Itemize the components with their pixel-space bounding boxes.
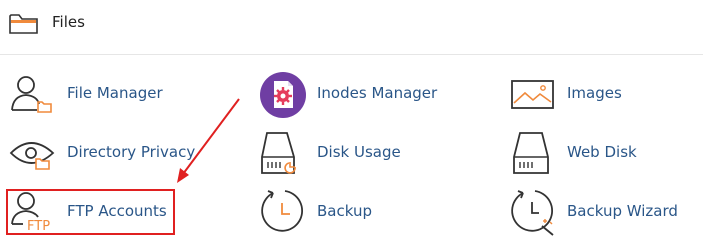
- images-icon: [509, 70, 559, 118]
- inodes-manager-icon: [259, 70, 309, 118]
- tool-backup-wizard[interactable]: Backup Wizard: [509, 188, 689, 236]
- tool-backup[interactable]: Backup: [259, 188, 439, 236]
- tool-label: Images: [567, 84, 622, 102]
- tool-label: Inodes Manager: [317, 84, 438, 102]
- folder-icon: [9, 13, 39, 39]
- tool-label: Web Disk: [567, 143, 637, 161]
- tool-images[interactable]: Images: [509, 70, 689, 118]
- backup-wizard-icon: [509, 188, 559, 236]
- tool-disk-usage[interactable]: Disk Usage: [259, 129, 439, 177]
- tool-label: Disk Usage: [317, 143, 401, 161]
- ftp-accounts-highlight-box: [6, 189, 175, 235]
- section-title: Files: [52, 13, 85, 31]
- tool-inodes-manager[interactable]: Inodes Manager: [259, 70, 439, 118]
- tool-label: Directory Privacy: [67, 143, 196, 161]
- tool-label: File Manager: [67, 84, 163, 102]
- file-manager-icon: [9, 70, 59, 118]
- tool-web-disk[interactable]: Web Disk: [509, 129, 689, 177]
- files-section-header: Files: [0, 0, 703, 55]
- tool-directory-privacy[interactable]: Directory Privacy: [9, 129, 195, 177]
- disk-usage-icon: [259, 129, 309, 177]
- backup-icon: [259, 188, 309, 236]
- tool-label: Backup: [317, 202, 372, 220]
- directory-privacy-icon: [9, 129, 59, 177]
- tool-file-manager[interactable]: File Manager: [9, 70, 189, 118]
- tool-label: Backup Wizard: [567, 202, 678, 220]
- web-disk-icon: [509, 129, 559, 177]
